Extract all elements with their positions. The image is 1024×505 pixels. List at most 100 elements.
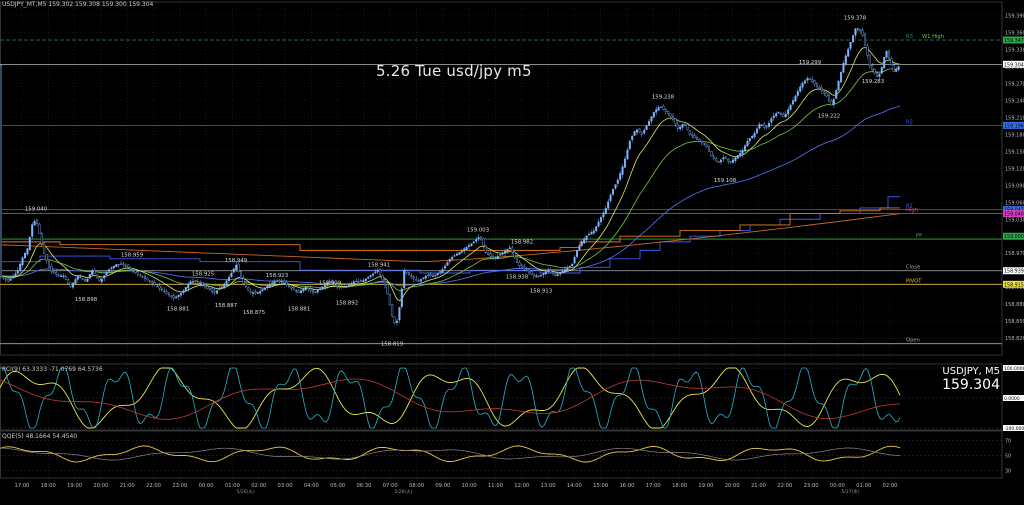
candle-body <box>712 156 715 159</box>
candle-body <box>194 280 197 282</box>
candle-body <box>199 282 202 284</box>
candle-body <box>530 271 533 275</box>
candle-body <box>840 72 843 83</box>
axis-tag: 158.915 <box>1003 280 1024 288</box>
candle-body <box>453 255 456 257</box>
candle-body <box>372 273 375 276</box>
candle-body <box>532 273 535 276</box>
candle-body <box>225 280 228 285</box>
candle-body <box>340 286 343 288</box>
candle-body <box>350 283 353 286</box>
candle-body <box>76 275 79 280</box>
candle-body <box>568 265 571 268</box>
candle-body <box>751 135 754 139</box>
candle-body <box>247 287 250 291</box>
candle-body <box>705 144 708 148</box>
candle-body <box>362 280 365 283</box>
candle-body <box>664 109 667 112</box>
candle-body <box>297 290 300 293</box>
candle-body <box>4 278 7 281</box>
candle-body <box>259 291 262 294</box>
axis-tag: 159.000 <box>1003 232 1024 240</box>
candle-body <box>64 276 67 280</box>
candle-body <box>796 91 799 96</box>
candle-body <box>266 285 269 288</box>
x-tick-label: 10:00 <box>462 483 477 489</box>
date-label: 5/26(火) <box>394 489 412 495</box>
candle-body <box>364 278 367 281</box>
candle-body <box>163 290 166 292</box>
level-label: PP <box>916 233 922 239</box>
candle-body <box>206 286 209 289</box>
y-tick-label: 159.150 <box>1005 149 1024 155</box>
candle-body <box>504 250 507 254</box>
candle-body <box>232 268 235 273</box>
candle-body <box>415 279 418 281</box>
candle-body <box>69 282 72 287</box>
candle-body <box>688 130 691 135</box>
candle-body <box>741 150 744 155</box>
qqe-axis-label: 30 <box>1005 469 1011 475</box>
candle-body <box>434 274 437 277</box>
candle-body <box>777 112 780 114</box>
x-tick-label: 21:00 <box>751 483 766 489</box>
qqe-axis-label: 50 <box>1005 454 1011 460</box>
candle-body <box>43 242 46 254</box>
x-tick-label: 02:00 <box>883 483 898 489</box>
candle-body <box>55 272 58 275</box>
candle-body <box>376 270 379 272</box>
candle-body <box>436 272 439 275</box>
candle-body <box>830 100 833 106</box>
candle-body <box>386 284 389 294</box>
candle-body <box>679 126 682 130</box>
candle-body <box>832 99 835 105</box>
candle-body <box>276 280 279 282</box>
candle-body <box>854 28 857 36</box>
x-tick-label: 04:00 <box>304 483 319 489</box>
candle-body <box>871 65 874 70</box>
candle-body <box>213 290 216 293</box>
candle-body <box>760 124 763 126</box>
candle-body <box>103 275 106 279</box>
candle-body <box>86 278 89 282</box>
candle-body <box>489 253 492 257</box>
candle-body <box>81 278 84 280</box>
candle-body <box>139 274 142 277</box>
x-tick-label: 00:00 <box>830 483 845 489</box>
candle-body <box>739 152 742 156</box>
y-tick-label: 159.090 <box>1005 183 1024 189</box>
price-label: 159.222 <box>818 114 840 120</box>
candle-body <box>432 275 435 277</box>
candle-body <box>897 66 900 70</box>
axis-tag-value: 159.196 <box>1004 123 1024 129</box>
candle-body <box>511 247 514 253</box>
candle-body <box>494 257 497 259</box>
candle-body <box>98 277 101 281</box>
candle-body <box>208 287 211 291</box>
qqe-rsi-line <box>0 445 901 463</box>
candle-body <box>727 159 730 162</box>
candle-body <box>62 275 65 277</box>
price-label: 159.003 <box>467 228 489 234</box>
x-tick-label: 12:00 <box>514 483 529 489</box>
candle-body <box>167 292 170 296</box>
candle-body <box>676 124 679 129</box>
x-tick-label: 19:00 <box>67 483 82 489</box>
candle-body <box>321 286 324 289</box>
x-tick-label: 22:00 <box>146 483 161 489</box>
x-tick-label: 20:00 <box>93 483 108 489</box>
candle-body <box>110 267 113 269</box>
candle-body <box>427 274 430 277</box>
candle-body <box>566 267 569 271</box>
y-tick-label: 159.390 <box>1005 14 1024 20</box>
price-label: 159.108 <box>714 178 737 184</box>
y-tick-label: 158.820 <box>1005 336 1024 342</box>
level-label: High <box>906 208 918 214</box>
candle-body <box>758 124 761 129</box>
candle-body <box>374 271 377 274</box>
x-tick-label: 09:00 <box>435 483 450 489</box>
candle-body <box>468 245 471 247</box>
candle-body <box>312 290 315 293</box>
step-line-orange <box>0 207 900 251</box>
candle-body <box>170 295 173 297</box>
